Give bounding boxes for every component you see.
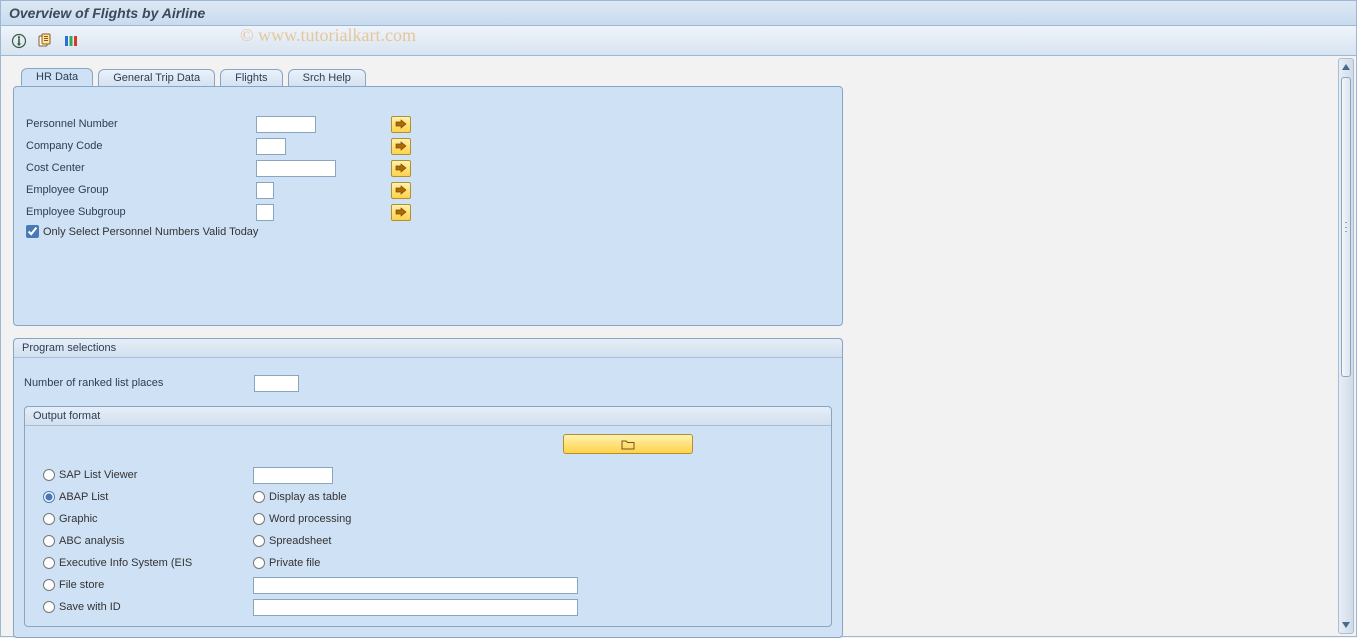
row-employee-subgroup: Employee Subgroup <box>26 201 830 223</box>
vertical-scrollbar[interactable] <box>1338 58 1354 634</box>
label-file-store: File store <box>59 579 104 591</box>
multi-employee-subgroup[interactable] <box>391 204 411 221</box>
input-employee-group[interactable] <box>256 182 274 199</box>
hr-data-panel: Personnel Number Company Code Cost Cente… <box>13 86 843 326</box>
input-sap-list-viewer-variant[interactable] <box>253 467 333 484</box>
row-employee-group: Employee Group <box>26 179 830 201</box>
label-word-processing: Word processing <box>269 513 351 525</box>
content-outer: HR Data General Trip Data Flights Srch H… <box>0 56 1357 637</box>
tab-hr-data[interactable]: HR Data <box>21 68 93 86</box>
input-company-code[interactable] <box>256 138 286 155</box>
execute-button[interactable] <box>9 31 29 51</box>
label-eis: Executive Info System (EIS <box>59 557 192 569</box>
input-personnel-number[interactable] <box>256 116 316 133</box>
label-spreadsheet: Spreadsheet <box>269 535 331 547</box>
radio-sap-list-viewer[interactable] <box>43 469 55 481</box>
program-selections-title: Program selections <box>14 339 842 358</box>
tab-general-trip-data[interactable]: General Trip Data <box>98 69 215 86</box>
radio-eis[interactable] <box>43 557 55 569</box>
label-private-file: Private file <box>269 557 320 569</box>
page-title: Overview of Flights by Airline <box>9 5 205 21</box>
radio-abc-analysis[interactable] <box>43 535 55 547</box>
label-sap-list-viewer: SAP List Viewer <box>59 469 137 481</box>
label-cost-center: Cost Center <box>26 162 256 174</box>
label-employee-subgroup: Employee Subgroup <box>26 206 256 218</box>
folder-icon <box>621 438 635 450</box>
radio-display-as-table[interactable] <box>253 491 265 503</box>
label-abap-list: ABAP List <box>59 491 108 503</box>
label-personnel-number: Personnel Number <box>26 118 256 130</box>
multi-company-code[interactable] <box>391 138 411 155</box>
arrow-right-icon <box>395 119 407 129</box>
radio-file-store[interactable] <box>43 579 55 591</box>
radio-word-processing[interactable] <box>253 513 265 525</box>
radio-graphic[interactable] <box>43 513 55 525</box>
radio-private-file[interactable] <box>253 557 265 569</box>
arrow-right-icon <box>395 163 407 173</box>
radio-save-with-id[interactable] <box>43 601 55 613</box>
row-only-valid-today: Only Select Personnel Numbers Valid Toda… <box>26 225 830 238</box>
tabstrip: HR Data General Trip Data Flights Srch H… <box>21 68 1328 86</box>
row-cost-center: Cost Center <box>26 157 830 179</box>
label-save-with-id: Save with ID <box>59 601 121 613</box>
row-ranked-places: Number of ranked list places <box>24 372 832 394</box>
row-company-code: Company Code <box>26 135 830 157</box>
title-bar: Overview of Flights by Airline <box>0 0 1357 26</box>
radio-spreadsheet[interactable] <box>253 535 265 547</box>
multi-cost-center[interactable] <box>391 160 411 177</box>
input-ranked-places[interactable] <box>254 375 299 392</box>
label-graphic: Graphic <box>59 513 98 525</box>
report-options-button[interactable] <box>61 31 81 51</box>
scroll-thumb[interactable] <box>1341 77 1351 377</box>
input-file-store-path[interactable] <box>253 577 578 594</box>
label-abc-analysis: ABC analysis <box>59 535 124 547</box>
input-cost-center[interactable] <box>256 160 336 177</box>
arrow-right-icon <box>395 141 407 151</box>
tab-flights[interactable]: Flights <box>220 69 282 86</box>
app-toolbar <box>0 26 1357 56</box>
arrow-right-icon <box>395 207 407 217</box>
label-ranked-places: Number of ranked list places <box>24 377 254 389</box>
arrow-right-icon <box>395 185 407 195</box>
label-only-valid-today: Only Select Personnel Numbers Valid Toda… <box>43 226 258 238</box>
multi-personnel-number[interactable] <box>391 116 411 133</box>
input-save-with-id[interactable] <box>253 599 578 616</box>
multi-employee-group[interactable] <box>391 182 411 199</box>
chevron-up-icon <box>1342 64 1350 70</box>
row-personnel-number: Personnel Number <box>26 113 830 135</box>
label-company-code: Company Code <box>26 140 256 152</box>
chevron-down-icon <box>1342 622 1350 628</box>
program-selections-panel: Program selections Number of ranked list… <box>13 338 843 638</box>
input-employee-subgroup[interactable] <box>256 204 274 221</box>
get-variant-button[interactable] <box>35 31 55 51</box>
radio-abap-list[interactable] <box>43 491 55 503</box>
scroll-down-button[interactable] <box>1339 617 1353 633</box>
scroll-up-button[interactable] <box>1339 59 1353 75</box>
checkbox-only-valid-today[interactable] <box>26 225 39 238</box>
output-format-panel: Output format SAP List Viewer <box>24 406 832 627</box>
folder-button[interactable] <box>563 434 693 454</box>
output-format-title: Output format <box>25 407 831 426</box>
label-display-as-table: Display as table <box>269 491 347 503</box>
label-employee-group: Employee Group <box>26 184 256 196</box>
tab-srch-help[interactable]: Srch Help <box>288 69 366 86</box>
content-area: HR Data General Trip Data Flights Srch H… <box>1 56 1336 636</box>
